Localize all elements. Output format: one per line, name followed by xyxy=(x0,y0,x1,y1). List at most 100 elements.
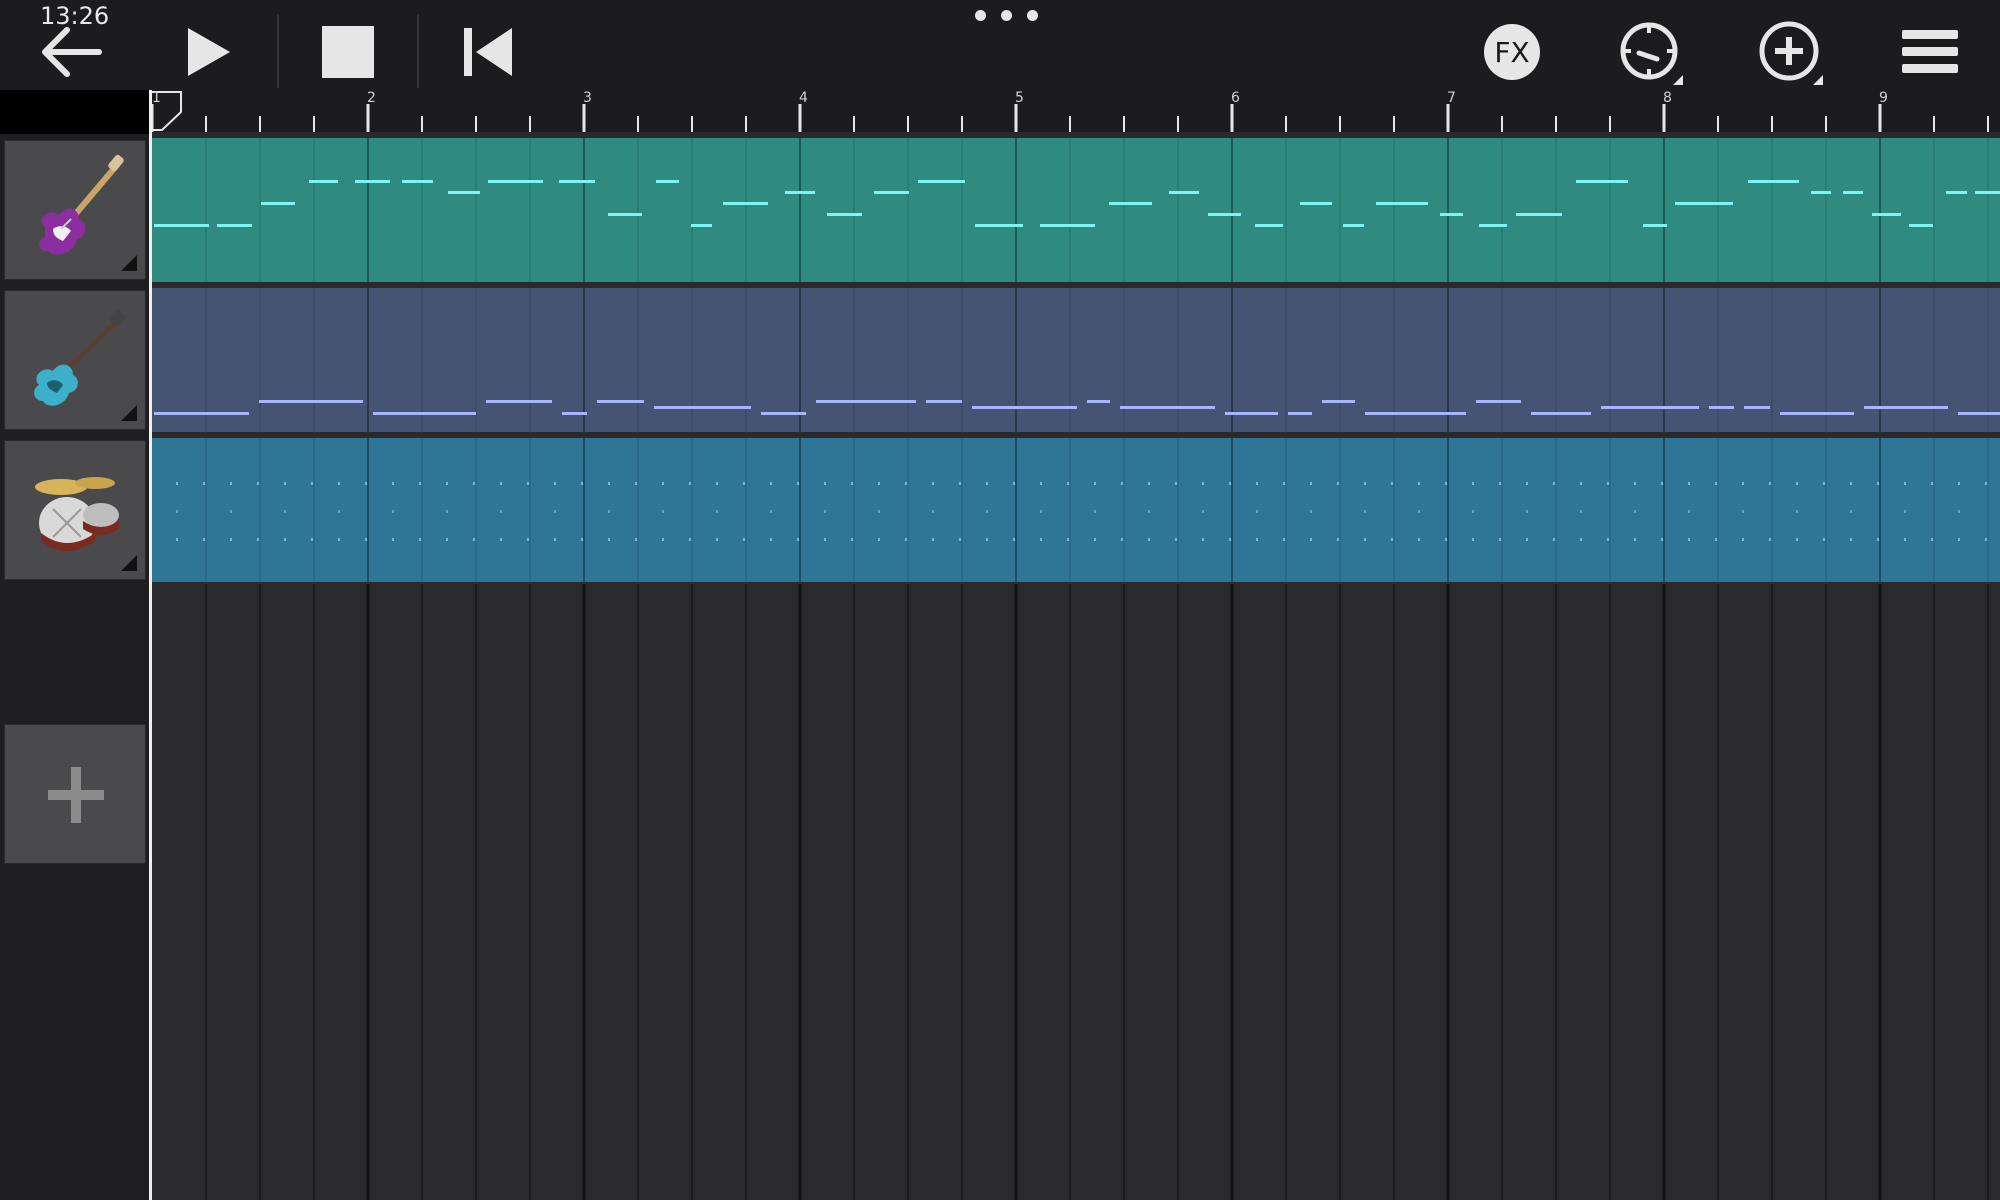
drum-hit xyxy=(608,510,610,513)
drum-hit xyxy=(1553,482,1555,485)
drum-hit xyxy=(1850,510,1852,513)
drum-hit xyxy=(500,538,502,541)
drum-hit xyxy=(1715,538,1717,541)
region-electric-guitar[interactable] xyxy=(152,138,2000,282)
more-options-button[interactable] xyxy=(966,10,1046,26)
drum-hit xyxy=(1796,482,1798,485)
track-header-electric-guitar[interactable] xyxy=(4,140,146,280)
midi-note xyxy=(448,191,480,194)
midi-note xyxy=(1479,224,1507,227)
midi-note xyxy=(154,412,249,415)
midi-note xyxy=(259,400,363,403)
midi-note xyxy=(1208,213,1241,216)
add-button[interactable] xyxy=(1752,14,1832,90)
drum-hit xyxy=(959,482,961,485)
drum-hit xyxy=(473,482,475,485)
midi-note xyxy=(1109,202,1152,205)
drum-hit xyxy=(230,510,232,513)
timeline-ruler[interactable]: 1 2 3 4 5 6 7 8 9 xyxy=(150,90,2000,134)
plus-circle-icon xyxy=(1759,21,1823,85)
daw-app: 13:26 FX 1 2 3 4 5 6 7 8 9 xyxy=(0,0,2000,1200)
midi-note xyxy=(562,412,587,415)
drum-hit xyxy=(824,538,826,541)
midi-note xyxy=(1531,412,1591,415)
track-options-corner xyxy=(121,255,137,271)
drum-hit xyxy=(1013,482,1015,485)
drum-hit xyxy=(716,482,718,485)
track-header-column xyxy=(0,134,150,1200)
midi-note xyxy=(373,412,476,415)
midi-note xyxy=(608,213,642,216)
drum-hit xyxy=(932,510,934,513)
drum-hit xyxy=(1526,510,1528,513)
region-drums[interactable] xyxy=(152,438,2000,582)
stop-button[interactable] xyxy=(308,14,388,90)
drum-hit xyxy=(230,538,232,541)
bar-number: 2 xyxy=(367,90,376,106)
back-button[interactable] xyxy=(30,14,110,90)
midi-note xyxy=(1780,412,1854,415)
playhead[interactable] xyxy=(149,90,152,1200)
midi-note xyxy=(975,224,1023,227)
bar-number: 7 xyxy=(1447,90,1456,106)
bar-number: 6 xyxy=(1231,90,1240,106)
track-options-corner xyxy=(121,405,137,421)
drum-hit xyxy=(176,482,178,485)
drum-hit xyxy=(905,538,907,541)
midi-note xyxy=(827,213,862,216)
drum-hit xyxy=(1283,538,1285,541)
drum-hit xyxy=(419,538,421,541)
drum-hit xyxy=(1904,510,1906,513)
drum-hit xyxy=(1364,482,1366,485)
drum-hit xyxy=(527,482,529,485)
drum-hit xyxy=(986,510,988,513)
drum-hit xyxy=(1472,482,1474,485)
drum-hit xyxy=(581,538,583,541)
midi-note xyxy=(486,400,552,403)
midi-note xyxy=(309,180,338,183)
midi-note xyxy=(1748,180,1799,183)
midi-note xyxy=(559,180,595,183)
midi-note xyxy=(761,412,806,415)
rewind-button[interactable] xyxy=(448,14,528,90)
track-header-drums[interactable] xyxy=(4,440,146,580)
bar-number: 1 xyxy=(152,90,161,106)
tempo-button[interactable] xyxy=(1612,14,1692,90)
toolbar-divider xyxy=(417,14,419,88)
drum-hit xyxy=(1391,482,1393,485)
midi-note xyxy=(1376,202,1428,205)
drum-hit xyxy=(338,482,340,485)
drum-hit xyxy=(1148,482,1150,485)
play-button[interactable] xyxy=(168,14,248,90)
region-bass-guitar[interactable] xyxy=(152,288,2000,432)
drum-hit xyxy=(1769,538,1771,541)
arrangement-area[interactable] xyxy=(150,134,2000,1200)
midi-note xyxy=(1255,224,1283,227)
track-header-bass-guitar[interactable] xyxy=(4,290,146,430)
fx-button[interactable]: FX xyxy=(1472,14,1552,90)
midi-note xyxy=(1811,191,1831,194)
drum-hit xyxy=(1823,538,1825,541)
toolbar-divider xyxy=(277,14,279,88)
drum-hit xyxy=(1499,482,1501,485)
drum-hit xyxy=(1580,482,1582,485)
midi-note xyxy=(654,406,751,409)
drum-hit xyxy=(824,510,826,513)
drum-hit xyxy=(176,510,178,513)
drum-hit xyxy=(1472,538,1474,541)
midi-note xyxy=(723,202,768,205)
drum-hit xyxy=(770,482,772,485)
drum-hit xyxy=(770,510,772,513)
drum-hit xyxy=(905,482,907,485)
drum-hit xyxy=(1013,538,1015,541)
drum-hit xyxy=(1688,538,1690,541)
drum-hit xyxy=(554,538,556,541)
bar-number: 8 xyxy=(1663,90,1672,106)
drum-hit xyxy=(1526,482,1528,485)
drum-hit xyxy=(1229,538,1231,541)
main-menu-button[interactable] xyxy=(1890,14,1970,90)
add-track-button[interactable] xyxy=(4,724,146,864)
midi-note xyxy=(217,224,252,227)
drum-hit xyxy=(338,538,340,541)
drums-notes xyxy=(152,438,2000,582)
